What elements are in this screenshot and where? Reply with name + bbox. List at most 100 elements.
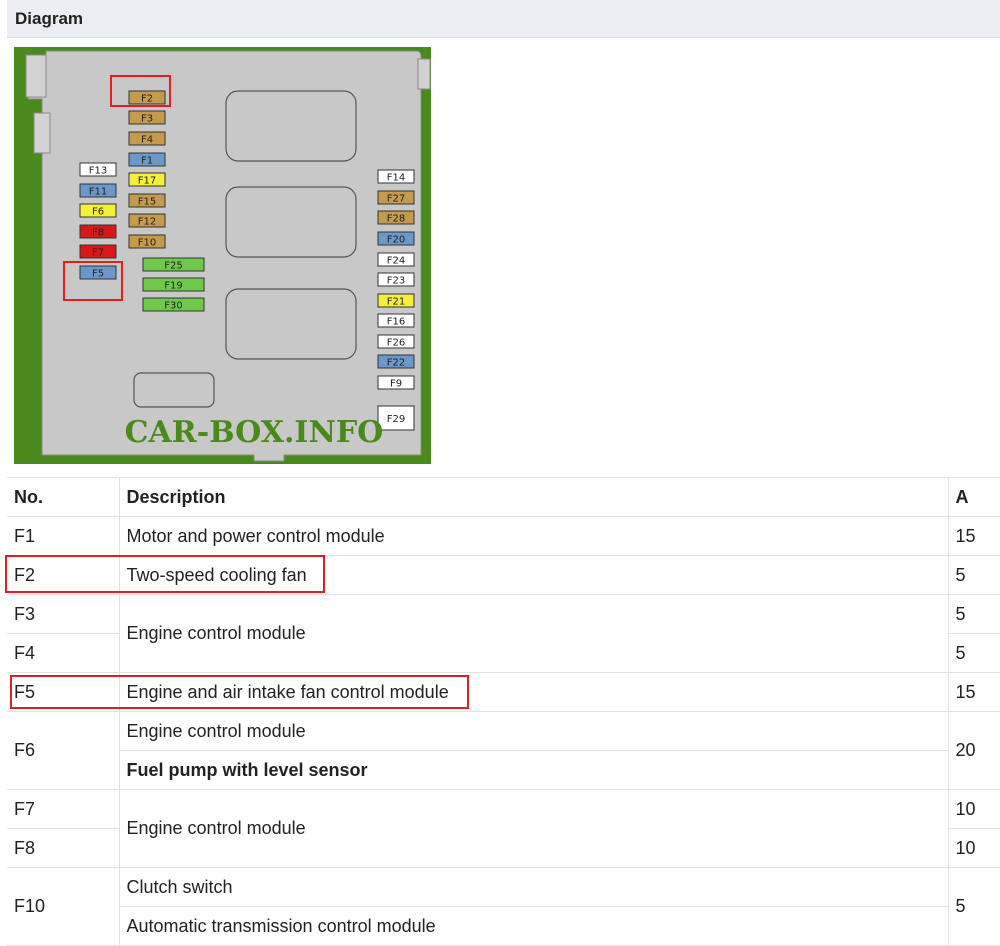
fuse-label: F4 — [141, 135, 153, 146]
fuse-f13: F13 — [79, 162, 117, 177]
fuse-f9: F9 — [377, 375, 415, 390]
fuse-f3: F3 — [128, 110, 166, 125]
watermark: CAR-BOX.INFO — [125, 415, 384, 450]
fuse-number: F3 — [7, 594, 120, 634]
fuse-label: F20 — [387, 235, 405, 246]
fuse-label: F21 — [387, 297, 405, 308]
fuse-box-diagram: F2 F3 F4 F1 F17 F15 F12 F10 F13 F11 F6 F8 F7 F5 F25 F19… — [14, 47, 431, 464]
fuse-f11: F11 — [79, 183, 117, 198]
fuse-label: F22 — [387, 358, 405, 369]
table-row: Automatic transmission control module — [7, 906, 1000, 946]
fuse-f16: F16 — [377, 313, 415, 328]
fuse-f5: F5 — [79, 265, 117, 280]
fuse-amps: 5 — [947, 594, 1000, 634]
fuse-f23: F23 — [377, 272, 415, 287]
relay — [133, 372, 215, 408]
fuse-label: F3 — [141, 114, 153, 125]
fuse-amps: 15 — [947, 516, 1000, 556]
fuse-f12: F12 — [128, 213, 166, 228]
fuse-number: F2 — [7, 555, 120, 595]
fuse-label: F26 — [387, 338, 405, 349]
side-tab — [417, 58, 431, 90]
fuse-f14: F14 — [377, 169, 415, 184]
fuse-label: F30 — [164, 301, 182, 312]
fuse-f4: F4 — [128, 131, 166, 146]
fuse-label: F14 — [387, 173, 405, 184]
fuse-f24: F24 — [377, 252, 415, 267]
fuse-description: Motor and power control module — [118, 516, 949, 556]
fuse-f22: F22 — [377, 354, 415, 369]
fuse-label: F11 — [89, 187, 107, 198]
table-row: F2 Two-speed cooling fan 5 — [7, 555, 1000, 595]
fuse-label: F5 — [92, 269, 104, 280]
relay — [225, 90, 357, 162]
fuse-table: No. Description A F1 Motor and power con… — [7, 478, 1000, 946]
fuse-f2: F2 — [128, 90, 166, 105]
fuse-f10: F10 — [128, 234, 166, 249]
table-row: F6 Engine control module 20 — [7, 711, 1000, 790]
fuse-f21: F21 — [377, 293, 415, 308]
table-row: Fuel pump with level sensor — [7, 750, 1000, 790]
fuse-f6: F6 — [79, 203, 117, 218]
side-tab — [25, 54, 47, 98]
fuse-amps: 5 — [947, 633, 1000, 673]
fuse-label: F1 — [141, 156, 153, 167]
fuse-f8: F8 — [79, 224, 117, 239]
fuse-label: F25 — [164, 261, 182, 272]
column-header-no: No. — [7, 478, 120, 517]
fuse-f30: F30 — [142, 297, 205, 312]
table-row: F3 Engine control module 5 — [7, 594, 1000, 673]
fuse-label: F28 — [387, 214, 405, 225]
fuse-label: F10 — [138, 238, 156, 249]
fuse-number: F8 — [7, 828, 120, 868]
fuse-label: F19 — [164, 281, 182, 292]
fuse-number: F5 — [7, 672, 120, 712]
fuse-f20: F20 — [377, 231, 415, 246]
fuse-amps: 10 — [947, 828, 1000, 868]
fuse-number: F6 — [7, 711, 120, 790]
fuse-label: F7 — [92, 248, 104, 259]
table-row: F1 Motor and power control module 15 — [7, 516, 1000, 556]
fuse-amps: 5 — [947, 555, 1000, 595]
fuse-number: F4 — [7, 633, 120, 673]
table-header-row: No. Description A — [7, 478, 1000, 517]
fuse-f15: F15 — [128, 193, 166, 208]
fuse-f17: F17 — [128, 172, 166, 187]
fuse-description: Automatic transmission control module — [119, 906, 948, 946]
fuse-description: Two-speed cooling fan — [118, 555, 949, 595]
relay — [225, 186, 357, 258]
fuse-f7: F7 — [79, 244, 117, 259]
column-header-description: Description — [118, 478, 949, 517]
fuse-label: F13 — [89, 166, 107, 177]
fuse-description: Engine control module — [118, 711, 949, 751]
fuse-amps: 20 — [947, 711, 1000, 790]
column-header-amps: A — [947, 478, 1000, 517]
fuse-f29: F29 — [377, 405, 415, 431]
section-header: Diagram — [7, 0, 1000, 38]
fuse-label: F17 — [138, 176, 156, 187]
fuse-label: F2 — [141, 94, 153, 105]
fuse-description: Engine control module — [118, 789, 949, 868]
fuse-description: Clutch switch — [118, 867, 949, 907]
fuse-label: F24 — [387, 256, 405, 267]
fuse-f1: F1 — [128, 152, 166, 167]
fuse-amps: 15 — [947, 672, 1000, 712]
fuse-label: F29 — [387, 414, 405, 425]
fuse-description: Engine control module — [118, 594, 949, 673]
table-row: F10 Clutch switch 5 — [7, 867, 1000, 946]
fuse-number: F1 — [7, 516, 120, 556]
fuse-number: F7 — [7, 789, 120, 829]
fuse-label: F9 — [390, 379, 402, 390]
fuse-f26: F26 — [377, 334, 415, 349]
fuse-label: F23 — [387, 276, 405, 287]
fuse-label: F15 — [138, 197, 156, 208]
fuse-label: F16 — [387, 317, 405, 328]
fuse-description: Engine and air intake fan control module — [118, 672, 949, 712]
fuse-label: F6 — [92, 207, 104, 218]
section-title: Diagram — [15, 9, 84, 28]
fuse-label: F8 — [92, 228, 104, 239]
side-tab — [33, 112, 51, 154]
fuse-f25: F25 — [142, 257, 205, 272]
relay — [225, 288, 357, 360]
fuse-f19: F19 — [142, 277, 205, 292]
